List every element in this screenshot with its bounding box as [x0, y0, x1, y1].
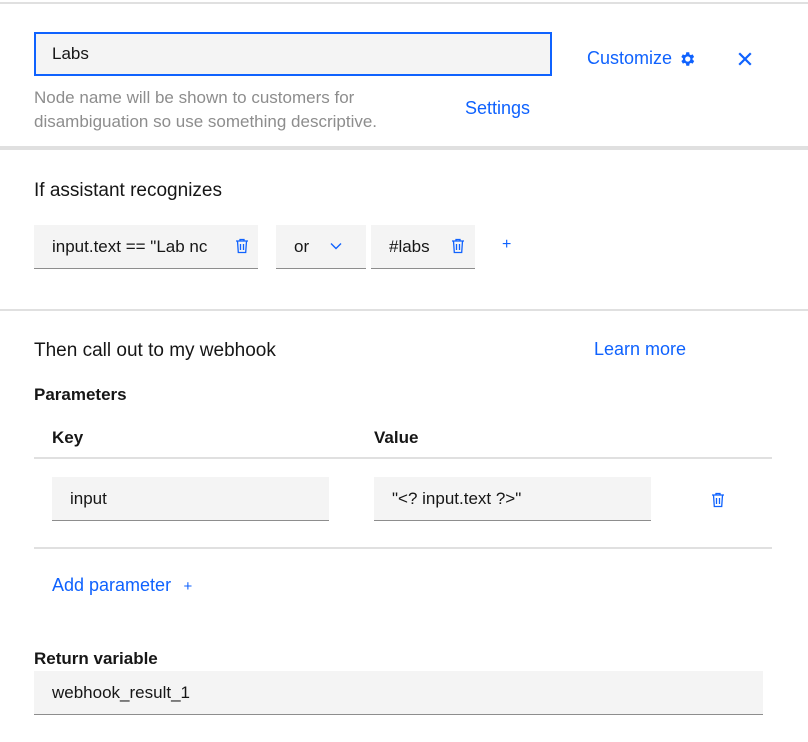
table-row-divider	[34, 547, 772, 549]
add-parameter-plus: +	[183, 578, 193, 595]
parameter-value-input[interactable]: "<? input.text ?>"	[374, 477, 651, 521]
operator-dropdown[interactable]: or	[276, 225, 366, 269]
node-name-input[interactable]: Labs	[34, 32, 552, 76]
section-divider	[0, 146, 808, 150]
return-variable-label: Return variable	[34, 649, 158, 668]
condition-text-2: #labs	[389, 237, 430, 256]
condition-text-1: input.text == "Lab nc	[52, 237, 208, 256]
top-divider	[0, 2, 808, 4]
return-variable-input[interactable]: webhook_result_1	[34, 671, 763, 715]
add-parameter-label: Add parameter	[52, 575, 172, 595]
close-icon[interactable]	[736, 50, 754, 68]
learn-more-link[interactable]: Learn more	[594, 339, 686, 360]
table-header-divider	[34, 457, 772, 459]
parameter-key-input[interactable]: input	[52, 477, 329, 521]
add-condition-button[interactable]: +	[502, 236, 511, 254]
trash-icon[interactable]	[235, 238, 249, 254]
settings-link[interactable]: Settings	[465, 98, 530, 119]
section-divider	[0, 309, 808, 311]
trash-icon[interactable]	[711, 492, 725, 508]
gear-icon	[681, 52, 695, 66]
customize-label: Customize	[587, 48, 673, 68]
value-column-header: Value	[374, 428, 419, 447]
condition-field-1[interactable]: input.text == "Lab nc	[34, 225, 258, 269]
parameters-label: Parameters	[34, 385, 127, 404]
operator-label: or	[294, 237, 310, 256]
key-column-header: Key	[52, 428, 84, 447]
add-parameter-button[interactable]: Add parameter +	[52, 575, 192, 596]
webhook-title: Then call out to my webhook	[34, 340, 276, 361]
trash-icon[interactable]	[451, 238, 465, 254]
conditions-title: If assistant recognizes	[34, 180, 222, 201]
customize-button[interactable]: Customize	[587, 48, 699, 72]
node-name-hint: Node name will be shown to customers for…	[34, 88, 378, 131]
chevron-down-icon	[330, 243, 342, 250]
